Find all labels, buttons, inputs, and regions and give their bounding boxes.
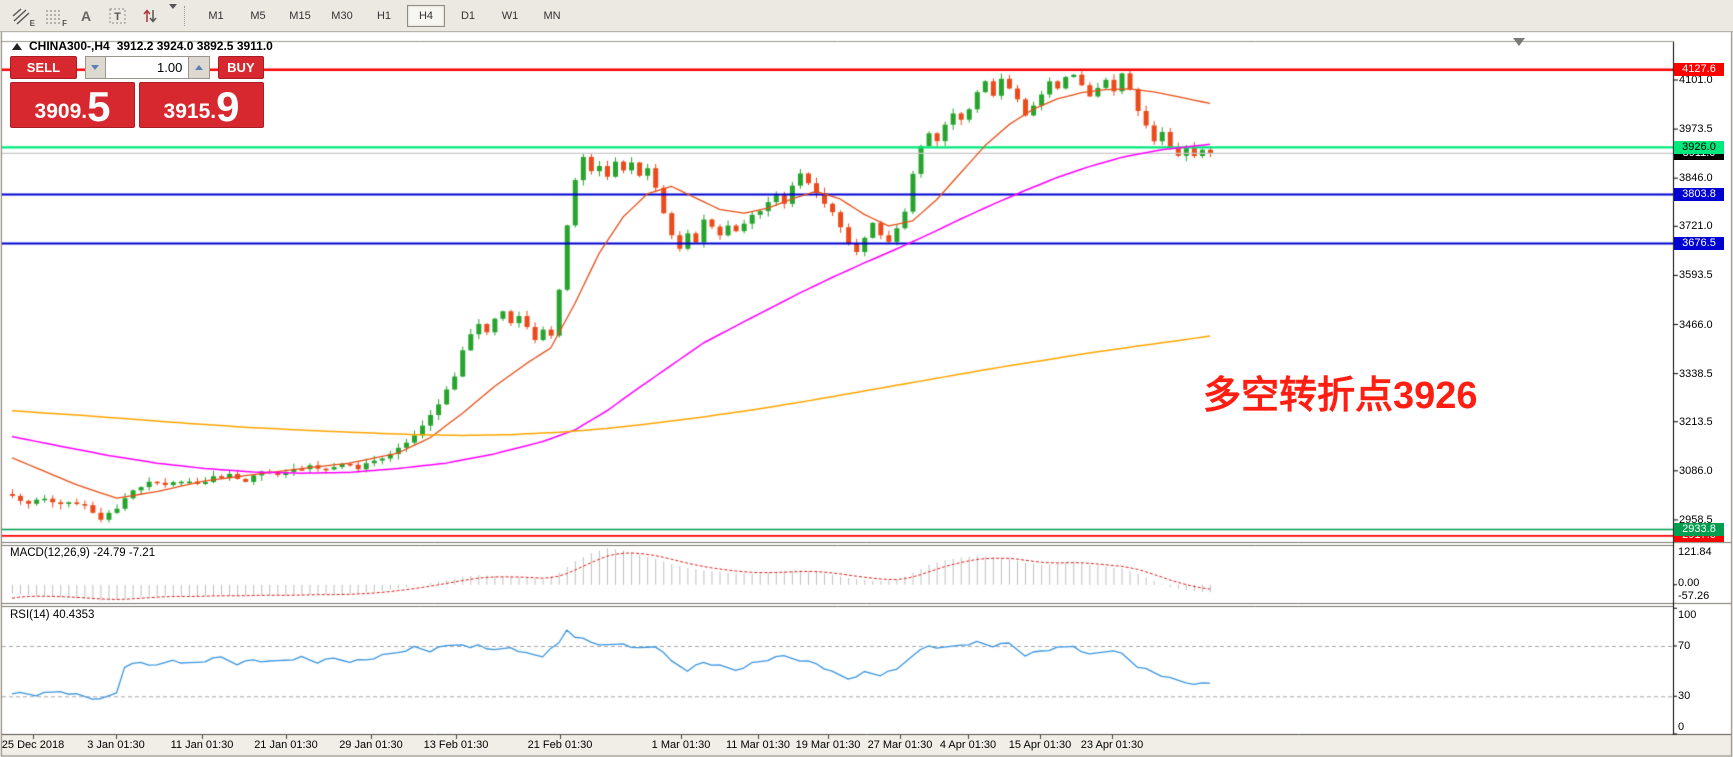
collapse-chart-icon[interactable] — [12, 43, 22, 50]
label-tool-icon[interactable]: T — [104, 4, 132, 28]
spinner-up-icon — [195, 65, 203, 70]
bid-main-digits: 3909. — [35, 101, 88, 122]
tab-timeframe-W1[interactable]: W1 — [491, 5, 529, 27]
chart-shift-marker-icon[interactable] — [1513, 38, 1525, 46]
tab-timeframe-M30[interactable]: M30 — [323, 5, 361, 27]
tab-timeframe-MN[interactable]: MN — [533, 5, 571, 27]
sell-button[interactable]: SELL — [10, 56, 77, 79]
timeframe-group: M1M5M15M30H1H4D1W1MN — [195, 5, 573, 27]
tab-timeframe-H4[interactable]: H4 — [407, 5, 445, 27]
tab-timeframe-M1[interactable]: M1 — [197, 5, 235, 27]
volume-decrease-button[interactable] — [85, 56, 107, 79]
trading-platform-window: EFAT M1M5M15M30H1H4D1W1MN CHINA300-,H4 3… — [0, 0, 1733, 757]
tab-timeframe-D1[interactable]: D1 — [449, 5, 487, 27]
svg-text:T: T — [114, 11, 121, 23]
drawing-tools-group: EFA T — [6, 4, 177, 28]
ask-price-display[interactable]: 3915.9 — [139, 82, 264, 128]
bid-pip-digit: 5 — [87, 89, 110, 125]
toolbar-separator — [184, 6, 186, 26]
svg-text:A: A — [81, 8, 91, 24]
volume-input[interactable] — [106, 56, 188, 79]
buy-button[interactable]: BUY — [218, 56, 264, 79]
toolbar: EFA T M1M5M15M30H1H4D1W1MN — [0, 0, 1733, 32]
bid-price-display[interactable]: 3909.5 — [10, 82, 135, 128]
chevron-down-icon[interactable] — [169, 4, 177, 9]
trade-panel-top-row: SELL BUY — [10, 56, 264, 79]
volume-increase-button[interactable] — [188, 56, 210, 79]
ask-main-digits: 3915. — [164, 101, 217, 122]
ask-pip-digit: 9 — [216, 89, 239, 125]
channel-tool-icon[interactable]: E — [8, 4, 36, 28]
fibonacci-tool-icon[interactable]: F — [40, 4, 68, 28]
spinner-down-icon — [91, 65, 99, 70]
text-tool-icon[interactable]: A — [72, 4, 100, 28]
tab-timeframe-H1[interactable]: H1 — [365, 5, 403, 27]
tab-timeframe-M15[interactable]: M15 — [281, 5, 319, 27]
tab-timeframe-M5[interactable]: M5 — [239, 5, 277, 27]
arrows-tool-icon[interactable] — [136, 4, 164, 28]
